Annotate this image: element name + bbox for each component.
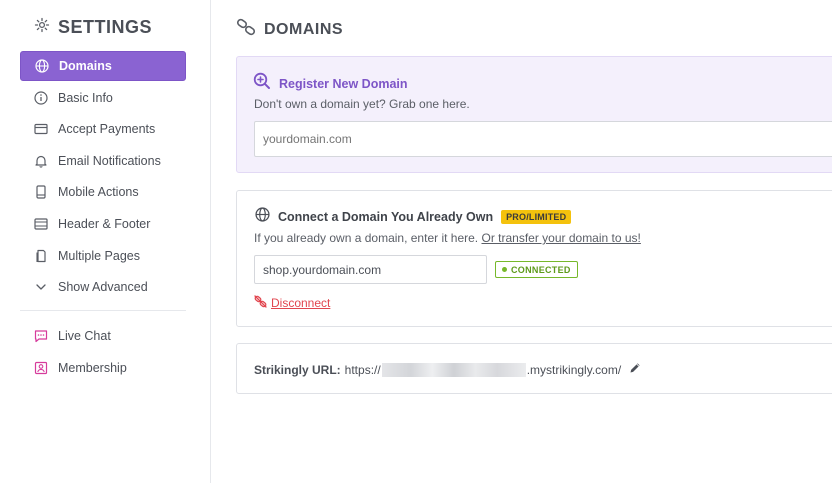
connect-subtitle-text: If you already own a domain, enter it he… <box>254 231 479 245</box>
disconnect-text: Disconnect <box>271 296 331 310</box>
register-title: Register New Domain <box>253 72 408 95</box>
chevron-down-icon <box>34 280 48 294</box>
redacted-subdomain <box>381 362 526 377</box>
url-prefix: https:// <box>344 362 381 377</box>
register-subtitle: Don't own a domain yet? Grab one here. <box>254 97 470 111</box>
sidebar-item-domains[interactable]: Domains <box>20 51 186 81</box>
info-icon <box>34 90 48 105</box>
globe-icon <box>255 207 270 227</box>
pro-limited-badge: PRO/LIMITED <box>501 210 572 224</box>
search-plus-icon <box>253 72 271 95</box>
sidebar-item-multiple-pages[interactable]: Multiple Pages <box>20 241 186 271</box>
settings-nav: Domains Basic Info Accept Payments Email… <box>20 51 186 384</box>
disconnect-link[interactable]: Disconnect <box>254 295 330 311</box>
sidebar-item-label: Membership <box>58 360 127 375</box>
strikingly-url-card: Strikingly URL: https:// .mystrikingly.c… <box>236 343 832 394</box>
sidebar-item-label: Live Chat <box>58 329 111 344</box>
transfer-domain-link[interactable]: Or transfer your domain to us! <box>481 231 640 245</box>
chat-icon <box>34 329 48 343</box>
settings-header: SETTINGS <box>34 17 152 38</box>
connect-subtitle: If you already own a domain, enter it he… <box>254 231 641 245</box>
card-icon <box>34 122 48 136</box>
page-title-text: DOMAINS <box>264 20 344 38</box>
register-title-text: Register New Domain <box>279 76 408 91</box>
sidebar-item-show-advanced[interactable]: Show Advanced <box>20 272 186 302</box>
register-domain-card: Register New Domain Don't own a domain y… <box>236 56 832 173</box>
connect-title: Connect a Domain You Already Own PRO/LIM… <box>255 207 572 227</box>
globe-icon <box>35 59 49 73</box>
layout-icon <box>34 217 48 231</box>
link-icon <box>236 18 256 41</box>
connect-domain-card: Connect a Domain You Already Own PRO/LIM… <box>236 190 832 327</box>
sidebar-item-live-chat[interactable]: Live Chat <box>20 321 186 351</box>
sidebar-item-email-notifications[interactable]: Email Notifications <box>20 146 186 176</box>
sidebar-item-label: Show Advanced <box>58 280 148 295</box>
gear-icon <box>34 17 50 38</box>
sidebar-item-label: Accept Payments <box>58 122 156 137</box>
connect-title-text: Connect a Domain You Already Own <box>278 210 494 224</box>
sidebar-item-mobile-actions[interactable]: Mobile Actions <box>20 177 186 207</box>
pages-icon <box>34 249 48 263</box>
sidebar-item-basic-info[interactable]: Basic Info <box>20 83 186 113</box>
phone-icon <box>34 185 48 199</box>
register-domain-input[interactable] <box>254 121 832 157</box>
connect-domain-input[interactable] <box>254 255 487 284</box>
sidebar-item-header-footer[interactable]: Header & Footer <box>20 209 186 239</box>
settings-title: SETTINGS <box>58 17 153 37</box>
sidebar-item-label: Header & Footer <box>58 216 151 231</box>
connected-status-text: CONNECTED <box>511 264 571 275</box>
member-icon <box>34 361 48 375</box>
nav-divider <box>20 310 186 312</box>
connected-status-badge: CONNECTED <box>495 261 578 278</box>
sidebar-item-membership[interactable]: Membership <box>20 353 186 383</box>
status-dot-icon <box>502 267 507 272</box>
bell-icon <box>34 154 48 168</box>
sidebar-item-label: Mobile Actions <box>58 185 139 200</box>
settings-sidebar: SETTINGS Domains Basic Info Accept Payme… <box>0 0 211 483</box>
page-title: DOMAINS <box>236 18 343 41</box>
sidebar-item-label: Email Notifications <box>58 153 161 168</box>
sidebar-item-accept-payments[interactable]: Accept Payments <box>20 114 186 144</box>
url-suffix: .mystrikingly.com/ <box>526 362 622 377</box>
unlink-icon <box>254 295 267 311</box>
sidebar-item-label: Basic Info <box>58 90 113 105</box>
sidebar-item-label: Multiple Pages <box>58 248 140 263</box>
sidebar-item-label: Domains <box>59 59 112 73</box>
strikingly-url-label: Strikingly URL: <box>254 362 341 377</box>
edit-pencil-icon[interactable] <box>629 362 641 377</box>
strikingly-url-row: Strikingly URL: https:// .mystrikingly.c… <box>254 362 641 377</box>
